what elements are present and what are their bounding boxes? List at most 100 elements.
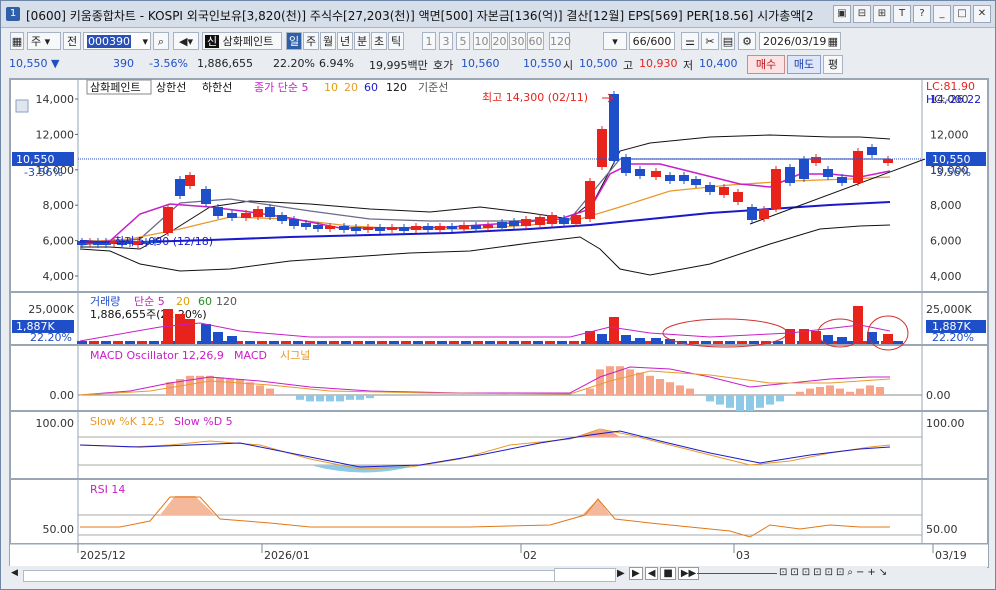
macd-osc-bar — [596, 369, 604, 395]
zoom-icon[interactable]: ⌕ — [847, 567, 853, 578]
volume-bar-small — [737, 341, 747, 344]
interval-button-10[interactable]: 10 — [473, 32, 490, 50]
volume-bar-small — [377, 341, 387, 344]
candle-body — [253, 209, 263, 217]
scroll-right-icon[interactable]: ▶ — [617, 568, 625, 579]
interval-button-1[interactable]: 1 — [422, 32, 436, 50]
title-button-7[interactable]: ✕ — [973, 5, 991, 23]
interval-button-20[interactable]: 20 — [491, 32, 508, 50]
date-input[interactable]: 2026/03/19 ▦ — [759, 32, 841, 50]
current-price-right: 10,550 — [932, 153, 971, 166]
title-buttons: ▣ ⊟ ⊞ T? _ □ ✕ — [833, 5, 991, 23]
title-button-6[interactable]: □ — [953, 5, 971, 23]
title-button-1[interactable]: ⊟ — [853, 5, 871, 23]
volume-legend-60: 60 — [198, 295, 212, 308]
scissor-icon[interactable]: ✂ — [701, 32, 719, 50]
candle-body — [447, 226, 457, 229]
title-button-5[interactable]: _ — [933, 5, 951, 23]
title-button-4[interactable]: ? — [913, 5, 931, 23]
sell-button[interactable]: 매도 — [787, 55, 821, 74]
prev-icon[interactable]: ◀ — [644, 567, 659, 580]
period-all-button[interactable]: 전 — [63, 32, 81, 50]
stoch-k-line — [79, 428, 891, 470]
pane-frame-rsi — [10, 479, 988, 544]
save-icon[interactable]: ▤ — [721, 32, 735, 50]
candle-body — [241, 213, 251, 218]
period-button-분[interactable]: 분 — [354, 32, 370, 50]
period-button-일[interactable]: 일 — [286, 32, 302, 50]
volume-bar-small — [293, 341, 303, 344]
interval-button-60[interactable]: 60 — [527, 32, 544, 50]
tool-icon-3[interactable]: ⊡ — [802, 567, 810, 578]
arrow-icon[interactable]: ↘ — [879, 567, 887, 578]
period-button-주[interactable]: 주 — [303, 32, 319, 50]
tool-icon-4[interactable]: ⊡ — [813, 567, 821, 578]
bar-settings-icon[interactable]: ⚌ — [681, 32, 699, 50]
title-button-2[interactable]: ⊞ — [873, 5, 891, 23]
scroll-left-icon[interactable]: ◀ — [11, 568, 21, 580]
stock-name-field[interactable]: 신 삼화페인트 — [202, 32, 282, 50]
stock-name: 삼화페인트 — [222, 35, 274, 48]
tool-icon-2[interactable]: ⊡ — [790, 567, 798, 578]
count-value: 66 — [632, 35, 647, 48]
macd-osc-bar — [796, 391, 804, 395]
minus-icon[interactable]: − — [856, 567, 864, 578]
volume-bar-small — [701, 341, 711, 344]
candle-body — [571, 215, 581, 224]
stop-icon[interactable]: ■ — [660, 567, 676, 580]
search-icon[interactable]: ⌕ — [153, 32, 169, 50]
market-select[interactable]: 주 ▾ — [27, 32, 61, 50]
candle-body — [597, 129, 607, 167]
count-input[interactable]: 66/600 — [629, 32, 675, 50]
gear-icon[interactable]: ⚙ — [738, 32, 756, 50]
chart-area[interactable]: 2025/12 2026/01 02 03 03/19 14,000 14,000 12,0… — [9, 78, 989, 568]
speaker-icon[interactable]: ◀▾ — [173, 32, 199, 50]
chart-window: 1 [0600] 키움종합차트 - KOSPI 외국인보유[3,820(천)] … — [0, 0, 996, 590]
period-button-초[interactable]: 초 — [371, 32, 387, 50]
stock-code-input[interactable]: 000390 ▾ — [83, 32, 151, 50]
eval-button[interactable]: 평 — [823, 55, 843, 74]
chart-svg[interactable]: 2025/12 2026/01 02 03 03/19 14,000 14,00012,0… — [10, 79, 988, 567]
price-y-label-right: 8,000 — [930, 199, 962, 212]
playback-controls: ▶ ◀ ■ ▶▶ — [629, 567, 700, 580]
stoch-legend-d: Slow %D 5 — [174, 415, 233, 428]
legend-ma60: 60 — [364, 81, 378, 94]
quote-amount: 19,995백만 — [369, 59, 428, 72]
buy-button[interactable]: 매수 — [747, 55, 785, 74]
macd-osc-bar — [316, 395, 324, 402]
candle-body — [213, 207, 223, 216]
macd-osc-bar — [296, 395, 304, 400]
grid-icon[interactable]: ▦ — [10, 32, 24, 50]
volume-bar-small — [509, 341, 519, 344]
candle-body — [559, 218, 569, 224]
period-button-년[interactable]: 년 — [337, 32, 353, 50]
candle-body — [289, 219, 299, 226]
volume-bar — [651, 338, 661, 344]
candle-body — [471, 225, 481, 229]
horizontal-scrollbar[interactable] — [23, 570, 555, 582]
title-button-0[interactable]: ▣ — [833, 5, 851, 23]
volume-bar-small — [341, 341, 351, 344]
interval-button-5[interactable]: 5 — [456, 32, 470, 50]
period-button-월[interactable]: 월 — [320, 32, 336, 50]
interval-dropdown[interactable]: ▾ — [603, 32, 627, 50]
macd-osc-bar — [206, 375, 214, 395]
candle-body — [665, 175, 675, 181]
macd-osc-bar — [876, 387, 884, 395]
tool-icon-5[interactable]: ⊡ — [825, 567, 833, 578]
stoch-d-line — [79, 430, 891, 468]
interval-button-30[interactable]: 30 — [509, 32, 526, 50]
macd-osc-bar — [326, 395, 334, 402]
volume-pane: 거래량 단순 5 20 60 1201,886,655주(22.20%)25,000K 2… — [12, 295, 986, 351]
title-button-3[interactable]: T — [893, 5, 911, 23]
scroll-thumb[interactable] — [554, 568, 616, 582]
tool-icon-1[interactable]: ⊡ — [779, 567, 787, 578]
interval-button-3[interactable]: 3 — [439, 32, 453, 50]
interval-button-120[interactable]: 120 — [549, 32, 571, 50]
tool-icon-6[interactable]: ⊡ — [836, 567, 844, 578]
plus-icon[interactable]: + — [867, 567, 875, 578]
play-icon[interactable]: ▶ — [629, 567, 643, 580]
zoom-slider[interactable] — [697, 573, 777, 574]
quote-price: 10,550 ▼ — [9, 57, 60, 70]
period-button-틱[interactable]: 틱 — [388, 32, 404, 50]
